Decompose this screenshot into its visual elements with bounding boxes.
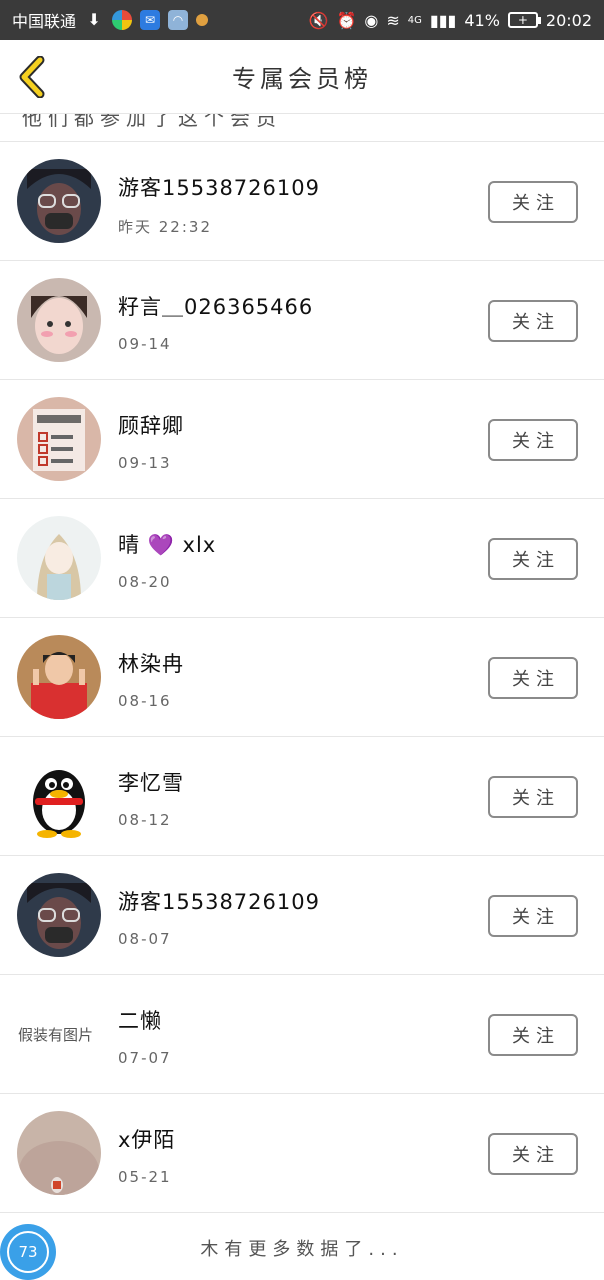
avatar-photo-icon (17, 516, 101, 600)
member-name: 顾辞卿 (118, 414, 184, 438)
member-date: 09-13 (118, 454, 172, 472)
member-date: 08-20 (118, 573, 172, 591)
page-title: 专属会员榜 (232, 65, 372, 93)
member-date: 09-14 (118, 335, 172, 353)
avatar[interactable] (17, 278, 101, 362)
member-date: 08-12 (118, 811, 172, 829)
list-item[interactable]: 李忆雪 08-12 关注 (0, 737, 604, 856)
scrolled-off-intro: 他们都参加了这个会员 (0, 114, 604, 142)
list-item[interactable]: 游客15538726109 昨天 22:32 关注 (0, 142, 604, 261)
clock: 20:02 (545, 10, 592, 30)
avatar[interactable] (17, 516, 101, 600)
avatar-photo-icon (17, 635, 101, 719)
eye-icon: ◉ (364, 10, 379, 30)
member-date: 07-07 (118, 1049, 172, 1067)
member-date: 05-21 (118, 1168, 172, 1186)
avatar-photo-icon (17, 397, 101, 481)
carrier-label: 中国联通 (12, 12, 77, 31)
avatar[interactable] (17, 1111, 101, 1195)
member-name: 李忆雪 (118, 771, 184, 795)
header-bar: 专属会员榜 (0, 40, 604, 114)
member-name: x伊陌 (118, 1128, 176, 1152)
member-date: 昨天 22:32 (118, 218, 212, 236)
member-name: 籽言＿026365466 (118, 295, 314, 319)
intro-text: 他们都参加了这个会员 (22, 114, 282, 130)
list-item[interactable]: 籽言＿026365466 09-14 关注 (0, 261, 604, 380)
follow-button[interactable]: 关注 (488, 300, 578, 342)
list-item[interactable]: 晴 💜 xlx 08-20 关注 (0, 499, 604, 618)
member-name: 林染冉 (118, 652, 184, 676)
avatar-photo-icon (17, 278, 101, 362)
status-bar: 中国联通 ⬇ ✉ ◠ 🔇 ⏰ ◉ ≋ 4G ▮▮▮ 41% + 20:02 (0, 0, 604, 40)
wifi-icon: ≋ (386, 10, 400, 30)
list-end-message: 木有更多数据了... (200, 1238, 404, 1260)
follow-button[interactable]: 关注 (488, 657, 578, 699)
member-name-text: 晴 (118, 533, 140, 557)
battery-icon: + (507, 12, 541, 28)
avatar-placeholder[interactable]: 假装有图片 (18, 992, 108, 1076)
badge-count: 73 (7, 1231, 49, 1273)
alarm-icon: ⏰ (336, 10, 357, 30)
floating-badge-button[interactable]: 73 (0, 1224, 56, 1280)
follow-button[interactable]: 关注 (488, 181, 578, 223)
app-color-icon (112, 10, 133, 30)
app-blue-icon: ✉ (140, 10, 161, 30)
avatar[interactable] (17, 397, 101, 481)
avatar-photo-icon (17, 873, 101, 957)
member-name: 二懒 (118, 1009, 162, 1033)
chevron-left-icon (19, 56, 45, 98)
member-name: 晴 💜 xlx (118, 529, 216, 559)
battery-percent: 41% (464, 10, 500, 30)
follow-button[interactable]: 关注 (488, 538, 578, 580)
signal-icon: ▮▮▮ (429, 10, 457, 30)
list-item[interactable]: 假装有图片 二懒 07-07 关注 (0, 975, 604, 1094)
list-item[interactable]: 游客15538726109 08-07 关注 (0, 856, 604, 975)
app-grey-icon: ◠ (168, 10, 189, 30)
member-date: 08-07 (118, 930, 172, 948)
list-item[interactable]: x伊陌 05-21 关注 (0, 1094, 604, 1213)
avatar[interactable] (17, 754, 101, 838)
notification-dot-icon (196, 14, 209, 26)
avatar-photo-icon (17, 159, 101, 243)
follow-button[interactable]: 关注 (488, 1014, 578, 1056)
avatar[interactable] (17, 635, 101, 719)
member-name-suffix: xlx (182, 533, 217, 557)
follow-button[interactable]: 关注 (488, 776, 578, 818)
member-name: 游客15538726109 (118, 176, 320, 200)
qq-penguin-icon (17, 754, 101, 838)
member-name: 游客15538726109 (118, 890, 320, 914)
follow-button[interactable]: 关注 (488, 895, 578, 937)
list-item[interactable]: 林染冉 08-16 关注 (0, 618, 604, 737)
member-list: 游客15538726109 昨天 22:32 关注 籽言＿026365466 0… (0, 142, 604, 1213)
purple-heart-icon: 💜 (147, 533, 175, 557)
avatar[interactable] (17, 873, 101, 957)
back-button[interactable] (14, 54, 50, 100)
avatar[interactable] (17, 159, 101, 243)
download-icon: ⬇ (87, 10, 101, 29)
follow-button[interactable]: 关注 (488, 1133, 578, 1175)
list-item[interactable]: 顾辞卿 09-13 关注 (0, 380, 604, 499)
mute-icon: 🔇 (308, 10, 329, 30)
network-type-label: 4G (407, 14, 422, 26)
member-date: 08-16 (118, 692, 172, 710)
follow-button[interactable]: 关注 (488, 419, 578, 461)
avatar-photo-icon (17, 1111, 101, 1195)
